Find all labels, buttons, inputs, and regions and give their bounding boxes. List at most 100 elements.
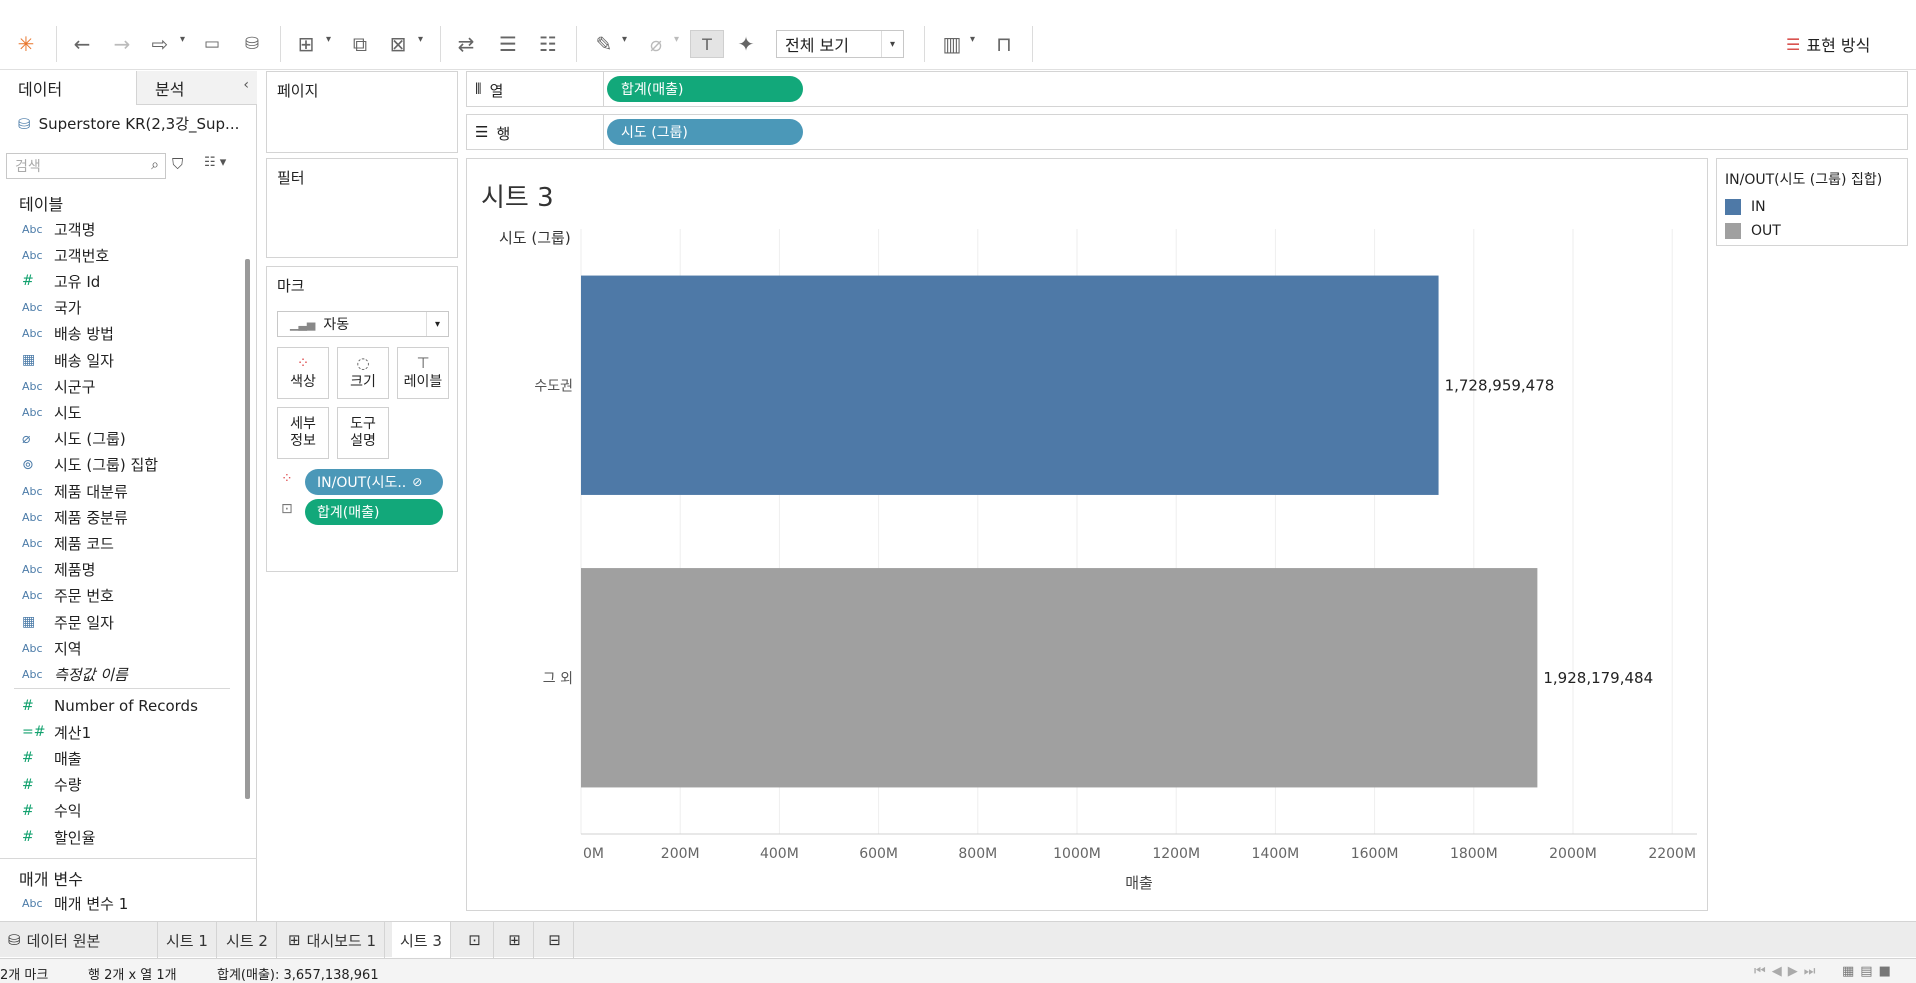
filters-card[interactable]: 필터 xyxy=(266,158,458,258)
color-icon: ⁘ xyxy=(296,354,310,372)
field-item[interactable]: Abc 주문 번호 xyxy=(22,584,232,608)
field-type-icon: ⊚ xyxy=(22,456,34,473)
field-name: 계산1 xyxy=(54,723,92,742)
field-item[interactable]: ▦ 배송 일자 xyxy=(22,348,232,372)
tab-sheet-3[interactable]: 시트 3 xyxy=(392,922,451,958)
columns-pill[interactable]: 합계(매출) xyxy=(607,76,803,102)
marks-card: 마크 ▁▃▅ 자동 ▾ ⁘ 색상 ◌ 크기 ⊤ 레이블 세부 정보 도구 설명 … xyxy=(266,266,458,572)
tab-sheet-1[interactable]: 시트 1 xyxy=(158,922,217,958)
show-me-button[interactable]: ☰ 표현 방식 xyxy=(1786,30,1870,58)
filter-icon[interactable]: ⛉ xyxy=(172,155,183,173)
field-item[interactable]: Abc 제품 코드 xyxy=(22,531,232,555)
field-item[interactable]: # 매출 xyxy=(22,746,232,770)
field-item[interactable]: ⊚ 시도 (그룹) 집합 xyxy=(22,453,232,477)
tab-datasource[interactable]: ⛁ 데이터 원본 xyxy=(0,922,158,958)
params-header: 매개 변수 xyxy=(19,870,83,889)
highlight-icon[interactable]: ✎ xyxy=(590,30,618,58)
redo-icon[interactable]: → xyxy=(108,30,136,58)
new-story-tab-icon[interactable]: ⊟ xyxy=(536,922,574,958)
new-dashboard-tab-icon[interactable]: ⊞ xyxy=(496,922,534,958)
new-worksheet-icon[interactable]: ⊞ xyxy=(292,30,320,58)
new-datasource-icon[interactable]: ⛁ xyxy=(238,30,266,58)
duplicate-icon[interactable]: ⧉ xyxy=(346,30,374,58)
label-icon[interactable]: T xyxy=(690,30,724,58)
size-button[interactable]: ◌ 크기 xyxy=(337,347,389,399)
field-item[interactable]: =# 계산1 xyxy=(22,720,232,744)
x-tick-label: 1200M xyxy=(1152,846,1200,862)
field-item[interactable]: # 고유 Id xyxy=(22,269,232,293)
label-pill[interactable]: 합계(매출) xyxy=(305,499,443,525)
tab-dashboard-1[interactable]: ⊞ 대시보드 1 xyxy=(280,922,386,958)
field-item[interactable]: Abc 고객명 xyxy=(22,217,232,241)
field-item[interactable]: Abc 고객번호 xyxy=(22,243,232,267)
field-item[interactable]: Abc 제품 대분류 xyxy=(22,479,232,503)
rows-pill[interactable]: 시도 (그룹) xyxy=(607,119,803,145)
datasource-item[interactable]: ⛁ Superstore KR(2,3강_Sup... xyxy=(18,113,239,134)
field-item[interactable]: Abc 지역 xyxy=(22,636,232,660)
new-worksheet-tab-icon[interactable]: ⊡ xyxy=(456,922,494,958)
tableau-window: ✳ ← → ⇨ ▾ ▭ ⛁ ⊞ ▾ ⧉ ⊠ ▾ ⇄ ☰ ☷ ✎ ▾ ⌀ ▾ T … xyxy=(0,0,1916,983)
field-item[interactable]: Abc 측정값 이름 xyxy=(22,662,232,686)
field-name: 매출 xyxy=(54,749,82,768)
pages-card[interactable]: 페이지 xyxy=(266,71,458,153)
field-item[interactable]: # Number of Records xyxy=(22,694,232,718)
field-item[interactable]: Abc 제품명 xyxy=(22,558,232,582)
pin-icon[interactable]: ✦ xyxy=(732,30,760,58)
field-item[interactable]: Abc 매개 변수 1 xyxy=(22,891,232,915)
scrollbar[interactable] xyxy=(245,259,250,799)
list-view-icon[interactable]: ☷ ▾ xyxy=(204,155,226,170)
status-marks: 2개 마크 xyxy=(0,968,49,983)
undo-icon[interactable]: ← xyxy=(68,30,96,58)
data-label: 1,728,959,478 xyxy=(1445,376,1555,394)
label-button[interactable]: ⊤ 레이블 xyxy=(397,347,449,399)
tab-analysis[interactable]: 분석 ‹ xyxy=(136,71,257,105)
chevron-down-icon: ▾ xyxy=(881,31,903,57)
color-pill-label: IN/OUT(시도.. xyxy=(317,475,407,491)
field-item[interactable]: ▦ 주문 일자 xyxy=(22,610,232,634)
tableau-logo-icon[interactable]: ✳ xyxy=(12,30,40,58)
tab-data[interactable]: 데이터 xyxy=(0,71,136,105)
category-label: 그 외 xyxy=(543,671,573,687)
field-item[interactable]: # 할인율 xyxy=(22,825,232,849)
view-mode-select[interactable]: 전체 보기 ▾ xyxy=(776,30,904,58)
forward-icon[interactable]: ⇨ xyxy=(146,30,174,58)
presentation-icon[interactable]: ⊓ xyxy=(990,30,1018,58)
x-tick-label: 1800M xyxy=(1450,846,1498,862)
field-item[interactable]: # 수량 xyxy=(22,773,232,797)
bar-chart: 수도권 1,728,959,478 그 외 1,928,179,484 0M 200M 40… xyxy=(534,229,1697,892)
tooltip-button[interactable]: 도구 설명 xyxy=(337,407,389,459)
field-item[interactable]: Abc 시도 xyxy=(22,400,232,424)
swap-icon[interactable]: ⇄ xyxy=(452,30,480,58)
chevron-down-icon: ▾ xyxy=(426,312,448,336)
field-name: 제품명 xyxy=(54,561,96,580)
field-item[interactable]: Abc 시군구 xyxy=(22,374,232,398)
field-type-icon: Abc xyxy=(22,510,43,524)
marks-type-select[interactable]: ▁▃▅ 자동 ▾ xyxy=(277,311,449,337)
size-icon: ◌ xyxy=(356,354,370,372)
field-type-icon: # xyxy=(22,273,34,290)
field-item[interactable]: ⌀ 시도 (그룹) xyxy=(22,427,232,451)
field-item[interactable]: # 수익 xyxy=(22,799,232,823)
tab-sheet-2[interactable]: 시트 2 xyxy=(218,922,277,958)
field-item[interactable]: Abc 배송 방법 xyxy=(22,322,232,346)
view-toggle-icon[interactable]: ▦▤■ xyxy=(1842,964,1897,979)
nav-arrows-icon[interactable]: ⏮◀▶⏭ xyxy=(1754,964,1821,979)
group-icon[interactable]: ⌀ xyxy=(642,30,670,58)
sort-desc-icon[interactable]: ☷ xyxy=(534,30,562,58)
show-cards-icon[interactable]: ▥ xyxy=(938,30,966,58)
field-item[interactable]: Abc 제품 중분류 xyxy=(22,505,232,529)
legend-item-in[interactable]: IN xyxy=(1725,199,1766,215)
color-pill[interactable]: IN/OUT(시도.. ⊘ xyxy=(305,469,443,495)
field-type-icon: Abc xyxy=(22,667,43,681)
search-input[interactable]: 검색 ⌕ xyxy=(6,153,166,179)
field-type-icon: # xyxy=(22,776,34,793)
legend-item-out[interactable]: OUT xyxy=(1725,223,1781,239)
save-icon[interactable]: ▭ xyxy=(198,30,226,58)
field-item[interactable]: Abc 국가 xyxy=(22,296,232,320)
collapse-icon[interactable]: ‹ xyxy=(243,77,249,93)
color-label: 색상 xyxy=(290,374,316,390)
color-button[interactable]: ⁘ 색상 xyxy=(277,347,329,399)
sort-asc-icon[interactable]: ☰ xyxy=(494,30,522,58)
detail-button[interactable]: 세부 정보 xyxy=(277,407,329,459)
clear-icon[interactable]: ⊠ xyxy=(384,30,412,58)
